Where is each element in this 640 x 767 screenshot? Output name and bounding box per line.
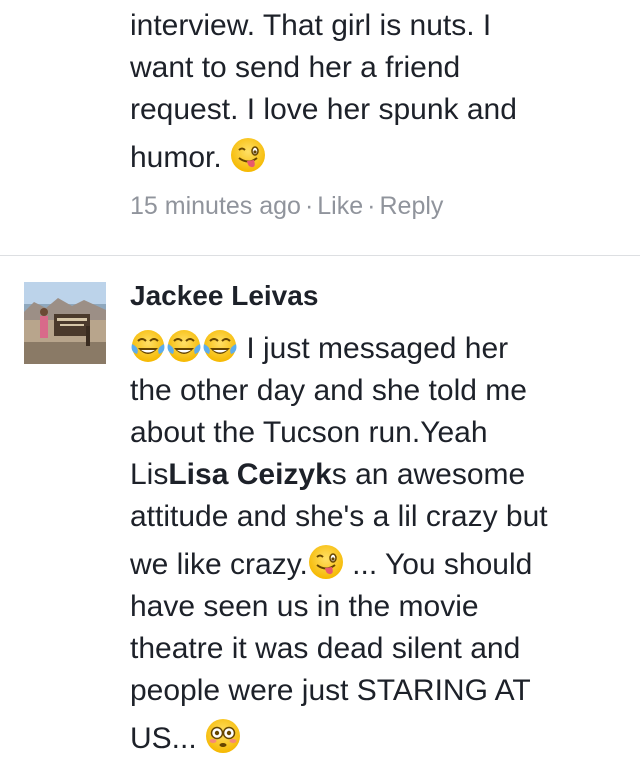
winking-face-with-tongue-icon xyxy=(308,544,344,580)
face-with-tears-of-joy-icon xyxy=(202,328,238,364)
avatar[interactable] xyxy=(24,282,106,364)
comment-2-line: theatre it was dead silent and xyxy=(130,632,521,665)
comment-2-line-1: I just messaged her xyxy=(130,328,630,370)
face-with-tears-of-joy-icon xyxy=(130,328,166,364)
comment-2-text: I just messaged her the other day and sh… xyxy=(130,328,630,760)
comment-1-meta: 15 minutes ago · Like · Reply xyxy=(130,192,443,221)
comment-2-line: people were just STARING AT xyxy=(130,674,531,707)
comment-2-line-emoji: we like crazy. ... You should xyxy=(130,544,630,586)
meta-separator: · xyxy=(304,192,314,220)
reply-link[interactable]: Reply xyxy=(379,192,443,220)
like-link[interactable]: Like xyxy=(317,192,363,220)
comment-divider xyxy=(0,255,640,256)
comment-1-line: request. I love her spunk and xyxy=(130,93,517,126)
comment-author[interactable]: Jackee Leivas xyxy=(130,280,318,312)
comment-2-line-mention: LisLisa Ceizyks an awesome xyxy=(130,454,630,496)
comment-1-text: interview. That girl is nuts. I want to … xyxy=(130,5,630,179)
comment-2-text-segment: s an awesome xyxy=(331,458,526,491)
comment-2-line: have seen us in the movie xyxy=(130,590,479,623)
comment-timestamp: 15 minutes ago xyxy=(130,192,301,220)
comment-2-line: about the Tucson run.Yeah xyxy=(130,416,488,449)
comment-2-line: attitude and she's a lil crazy but xyxy=(130,500,548,533)
comment-1-line-last: humor. xyxy=(130,137,630,179)
comment-2-line-last: US... xyxy=(130,718,630,760)
meta-separator: · xyxy=(367,192,376,220)
comment-1-line: humor. xyxy=(130,141,222,174)
comment-2-text-segment: US... xyxy=(130,722,197,755)
comment-2-text-segment: Lis xyxy=(130,458,169,491)
comment-1-line: want to send her a friend xyxy=(130,51,461,84)
comment-2-text-segment: ... You should xyxy=(343,548,533,581)
mention-link[interactable]: Lisa Ceizyk xyxy=(168,458,331,491)
winking-face-with-tongue-icon xyxy=(230,137,266,173)
comment-2-text-segment: we like crazy. xyxy=(130,548,308,581)
flushed-face-icon xyxy=(205,718,241,754)
face-with-tears-of-joy-icon xyxy=(166,328,202,364)
comment-2-line: the other day and she told me xyxy=(130,374,527,407)
comment-1-line: interview. That girl is nuts. I xyxy=(130,9,492,42)
comment-2-text-segment: I just messaged her xyxy=(246,332,509,365)
